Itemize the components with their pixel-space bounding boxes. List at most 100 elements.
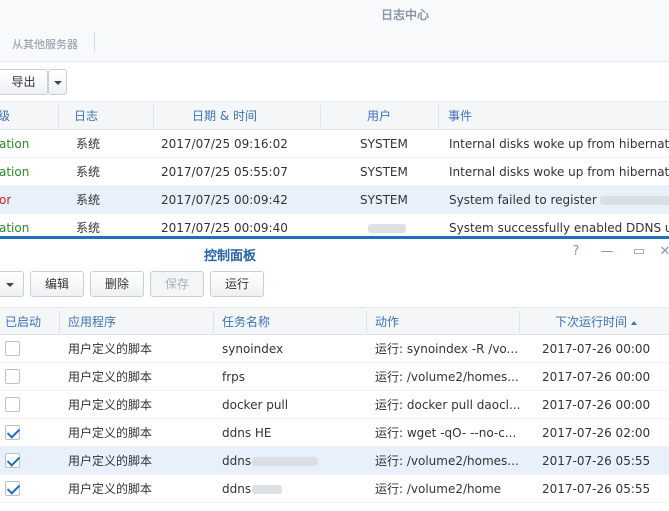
log-type: 系统 (76, 193, 101, 207)
enabled-checkbox[interactable] (5, 397, 20, 412)
enabled-checkbox[interactable] (5, 341, 20, 356)
enabled-checkbox[interactable] (5, 369, 20, 384)
redacted-blur (252, 485, 282, 494)
log-level: or (0, 193, 12, 207)
chevron-down-icon (6, 282, 14, 287)
log-user: SYSTEM (360, 137, 408, 151)
log-row[interactable]: ation 系统 2017/07/25 05:55:07 SYSTEM Inte… (0, 158, 669, 186)
log-event: System failed to register (449, 193, 597, 207)
log-datetime: 2017/07/25 05:55:07 (161, 165, 288, 179)
task-name: synoindex (222, 342, 284, 356)
task-app: 用户定义的脚本 (68, 342, 153, 356)
redacted-blur (600, 196, 669, 205)
task-action: 运行: wget -qO- --no-c... (375, 426, 517, 440)
task-row[interactable]: 用户定义的脚本 synoindex 运行: synoindex -R /vo..… (0, 335, 669, 363)
column-divider (366, 311, 367, 333)
run-button[interactable]: 运行 (210, 271, 264, 297)
column-divider (153, 105, 154, 127)
log-type: 系统 (76, 137, 101, 151)
task-action: 运行: /volume2/homes... (375, 370, 519, 384)
log-user: SYSTEM (360, 165, 408, 179)
task-action: 运行: /volume2/home (375, 482, 502, 496)
log-type: 系统 (76, 165, 101, 179)
control-panel-window: 控制面板 ? — ▭ ✕ 编辑 删除 保存 运行 已启动 应用程序 任务名称 动… (0, 239, 669, 511)
task-row[interactable]: 用户定义的脚本 ddns 运行: /volume2/home 2017-07-2… (0, 475, 669, 503)
column-application[interactable]: 应用程序 (68, 308, 116, 336)
task-app: 用户定义的脚本 (68, 370, 153, 384)
task-action: 运行: synoindex -R /vo... (375, 342, 519, 356)
window-title: 日志中心 (380, 8, 429, 22)
task-name: ddns (222, 454, 252, 468)
task-table-header: 已启动 应用程序 任务名称 动作 下次运行时间 (0, 307, 669, 335)
column-divider (213, 311, 214, 333)
column-next-run[interactable]: 下次运行时间 (555, 308, 638, 336)
export-button[interactable]: 导出 (0, 69, 48, 95)
log-event: Internal disks woke up from hibernat (449, 137, 669, 151)
help-icon[interactable]: ? (568, 244, 584, 260)
column-divider (438, 105, 439, 127)
task-app: 用户定义的脚本 (68, 454, 153, 468)
enabled-checkbox[interactable] (5, 453, 20, 468)
column-user[interactable]: 用户 (367, 102, 391, 130)
task-action: 运行: /volume2/homes... (375, 454, 519, 468)
task-next-run: 2017-07-26 00:00 (542, 342, 651, 356)
log-center-titlebar: 日志中心 (0, 0, 669, 30)
task-next-run: 2017-07-26 05:55 (542, 482, 651, 496)
log-toolbar: 导出 (0, 62, 669, 102)
column-log[interactable]: 日志 (74, 102, 98, 130)
task-row-selected[interactable]: 用户定义的脚本 ddns 运行: /volume2/homes... 2017-… (0, 447, 669, 475)
log-center-window: 日志中心 从其他服务器 导出 级 日志 日期 & 时间 用户 事件 ation … (0, 0, 669, 242)
create-dropdown-button[interactable] (0, 271, 24, 297)
log-user: SYSTEM (360, 193, 408, 207)
log-row-selected[interactable]: or 系统 2017/07/25 00:09:42 SYSTEM System … (0, 186, 669, 214)
task-app: 用户定义的脚本 (68, 426, 153, 440)
delete-button[interactable]: 删除 (90, 271, 144, 297)
minimize-icon[interactable]: — (599, 244, 615, 260)
redacted-user-blur (368, 224, 406, 233)
log-event: Internal disks woke up from hibernat (449, 165, 669, 179)
export-dropdown-button[interactable] (48, 69, 67, 95)
column-divider (519, 311, 520, 333)
control-panel-titlebar: 控制面板 ? — ▭ ✕ (0, 239, 669, 267)
from-other-servers-tab[interactable]: 从其他服务器 (12, 36, 78, 52)
log-row[interactable]: ation 系统 2017/07/25 09:16:02 SYSTEM Inte… (0, 130, 669, 158)
task-name: ddns (222, 482, 252, 496)
save-button[interactable]: 保存 (150, 271, 204, 297)
close-icon[interactable]: ✕ (657, 244, 669, 260)
window-title: 控制面板 (203, 249, 256, 264)
log-source-bar: 从其他服务器 (0, 30, 669, 62)
task-row[interactable]: 用户定义的脚本 frps 运行: /volume2/homes... 2017-… (0, 363, 669, 391)
chevron-down-icon (53, 80, 62, 85)
task-next-run: 2017-07-26 00:00 (542, 370, 651, 384)
divider (94, 32, 95, 52)
task-next-run: 2017-07-26 05:55 (542, 454, 651, 468)
log-level: ation (0, 137, 30, 151)
redacted-blur (252, 457, 318, 466)
task-toolbar: 编辑 删除 保存 运行 (0, 267, 669, 307)
maximize-icon[interactable]: ▭ (631, 244, 647, 260)
column-event[interactable]: 事件 (448, 102, 472, 130)
column-enabled[interactable]: 已启动 (5, 308, 41, 336)
column-divider (320, 105, 321, 127)
column-divider (58, 105, 59, 127)
task-next-run: 2017-07-26 02:00 (542, 426, 651, 440)
edit-button[interactable]: 编辑 (30, 271, 84, 297)
task-next-run: 2017-07-26 00:00 (542, 398, 651, 412)
task-row[interactable]: 用户定义的脚本 docker pull 运行: docker pull daoc… (0, 391, 669, 419)
task-row[interactable]: 用户定义的脚本 ddns HE 运行: wget -qO- --no-c... … (0, 419, 669, 447)
sort-ascending-icon (631, 320, 638, 325)
column-divider (59, 311, 60, 333)
task-name: frps (222, 370, 246, 384)
task-name: ddns HE (222, 426, 272, 440)
enabled-checkbox[interactable] (5, 425, 20, 440)
task-action: 运行: docker pull daocl... (375, 398, 520, 412)
task-name: docker pull (222, 398, 289, 412)
column-task-name[interactable]: 任务名称 (222, 308, 270, 336)
column-datetime[interactable]: 日期 & 时间 (192, 102, 257, 130)
column-level[interactable]: 级 (0, 102, 10, 130)
enabled-checkbox[interactable] (5, 481, 20, 496)
log-level: ation (0, 165, 30, 179)
column-action[interactable]: 动作 (375, 308, 399, 336)
log-table-header: 级 日志 日期 & 时间 用户 事件 (0, 102, 669, 130)
next-run-label: 下次运行时间 (555, 315, 628, 329)
